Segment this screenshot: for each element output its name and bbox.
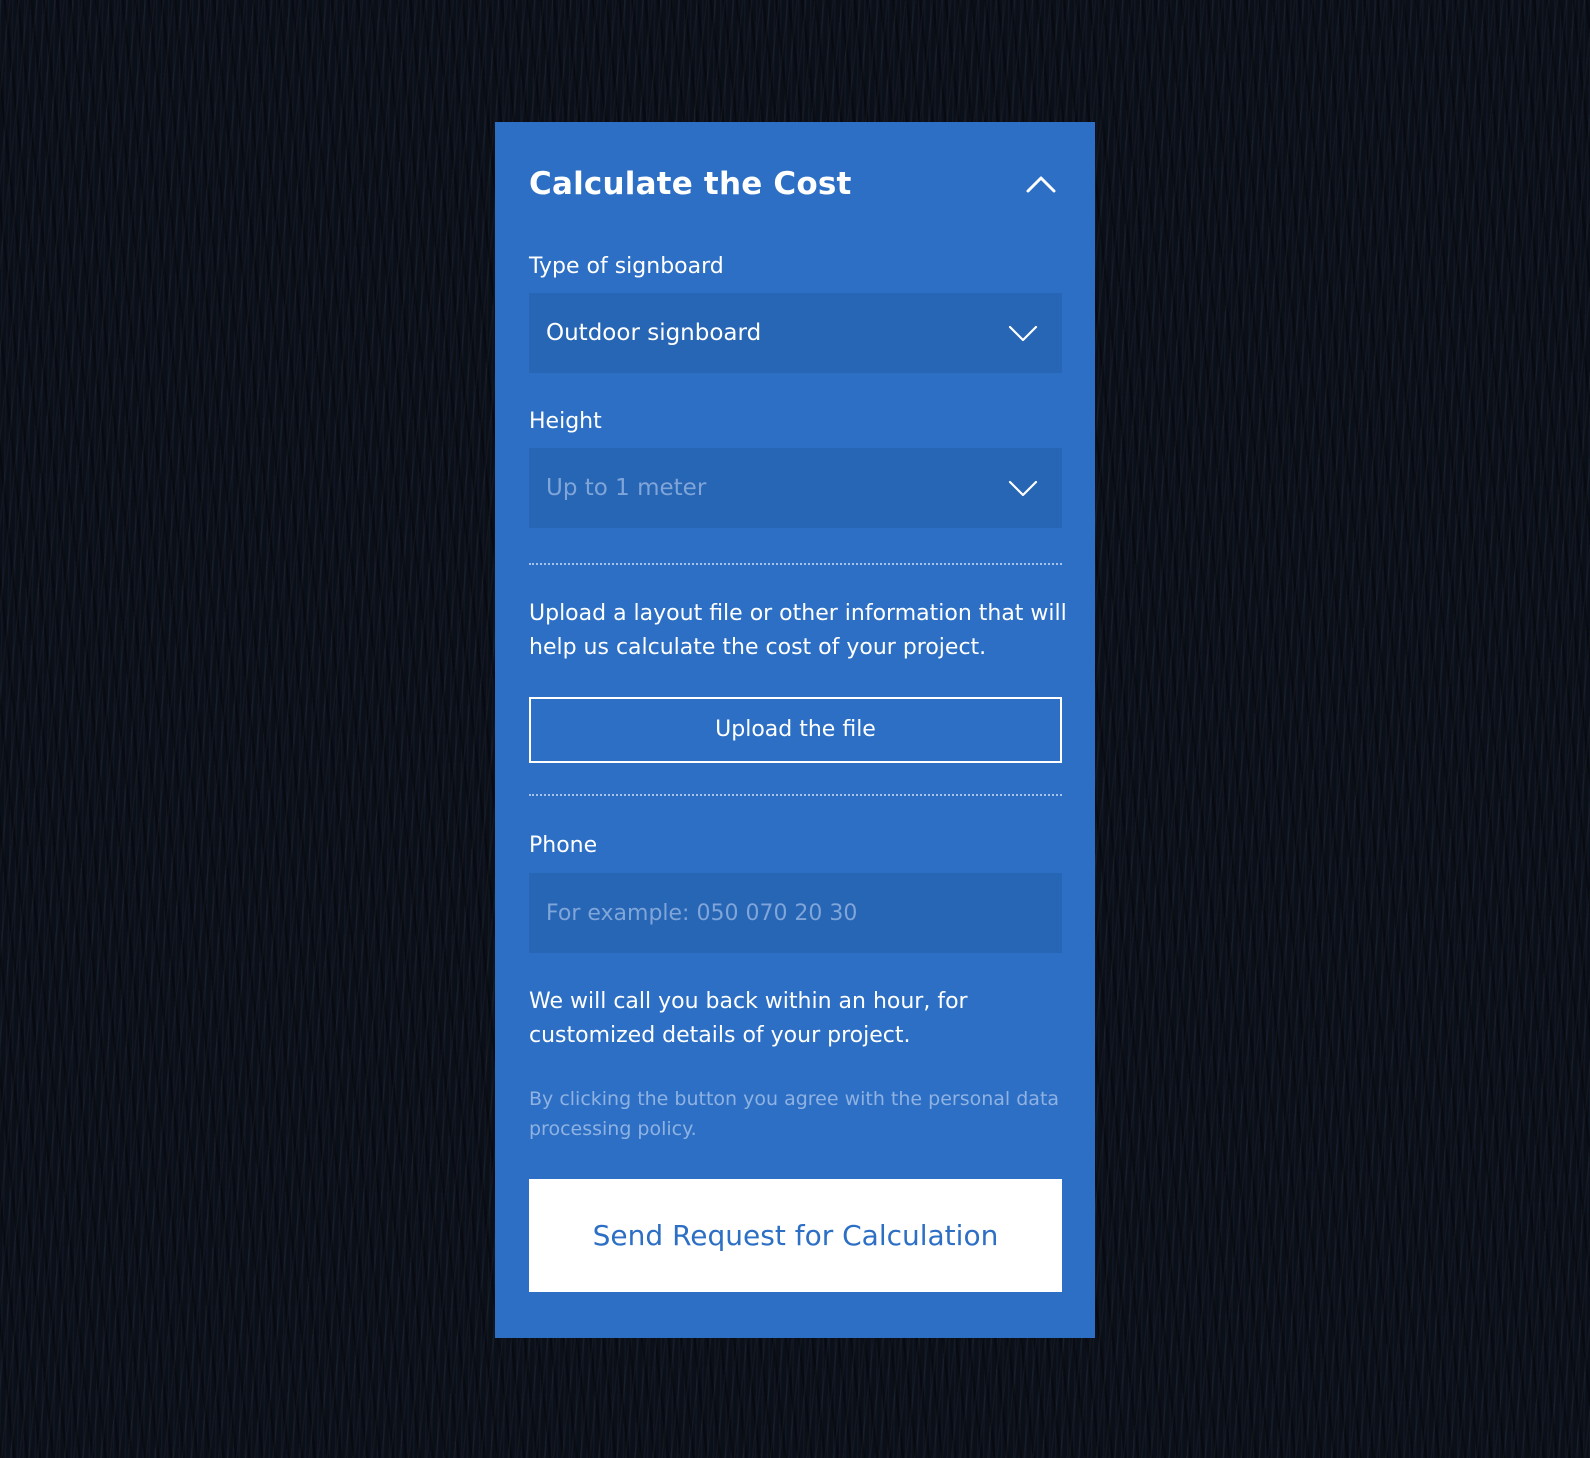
height-select[interactable]: Up to 1 meter: [529, 448, 1062, 528]
divider: [529, 563, 1062, 565]
collapse-button[interactable]: [1021, 164, 1061, 204]
panel-title: Calculate the Cost: [529, 166, 852, 202]
signboard-type-select[interactable]: Outdoor signboard: [529, 293, 1062, 373]
upload-file-button[interactable]: Upload the file: [529, 697, 1062, 763]
signboard-type-value: Outdoor signboard: [546, 320, 762, 346]
policy-note: By clicking the button you agree with th…: [529, 1088, 1060, 1140]
calculate-cost-panel: Calculate the Cost Type of signboard Out…: [495, 122, 1095, 1338]
height-label: Height: [529, 409, 602, 434]
phone-label: Phone: [529, 833, 598, 858]
height-placeholder: Up to 1 meter: [546, 475, 707, 501]
chevron-down-icon: [1008, 325, 1038, 342]
signboard-type-label: Type of signboard: [529, 254, 724, 279]
chevron-down-icon: [1008, 480, 1038, 497]
chevron-up-icon: [1026, 176, 1056, 193]
upload-description: Upload a layout file or other informatio…: [529, 601, 1067, 660]
send-request-button[interactable]: Send Request for Calculation: [529, 1179, 1062, 1292]
divider: [529, 794, 1062, 796]
callback-note: We will call you back within an hour, fo…: [529, 989, 968, 1048]
panel-header: Calculate the Cost: [529, 162, 1061, 206]
phone-input[interactable]: [529, 873, 1062, 953]
